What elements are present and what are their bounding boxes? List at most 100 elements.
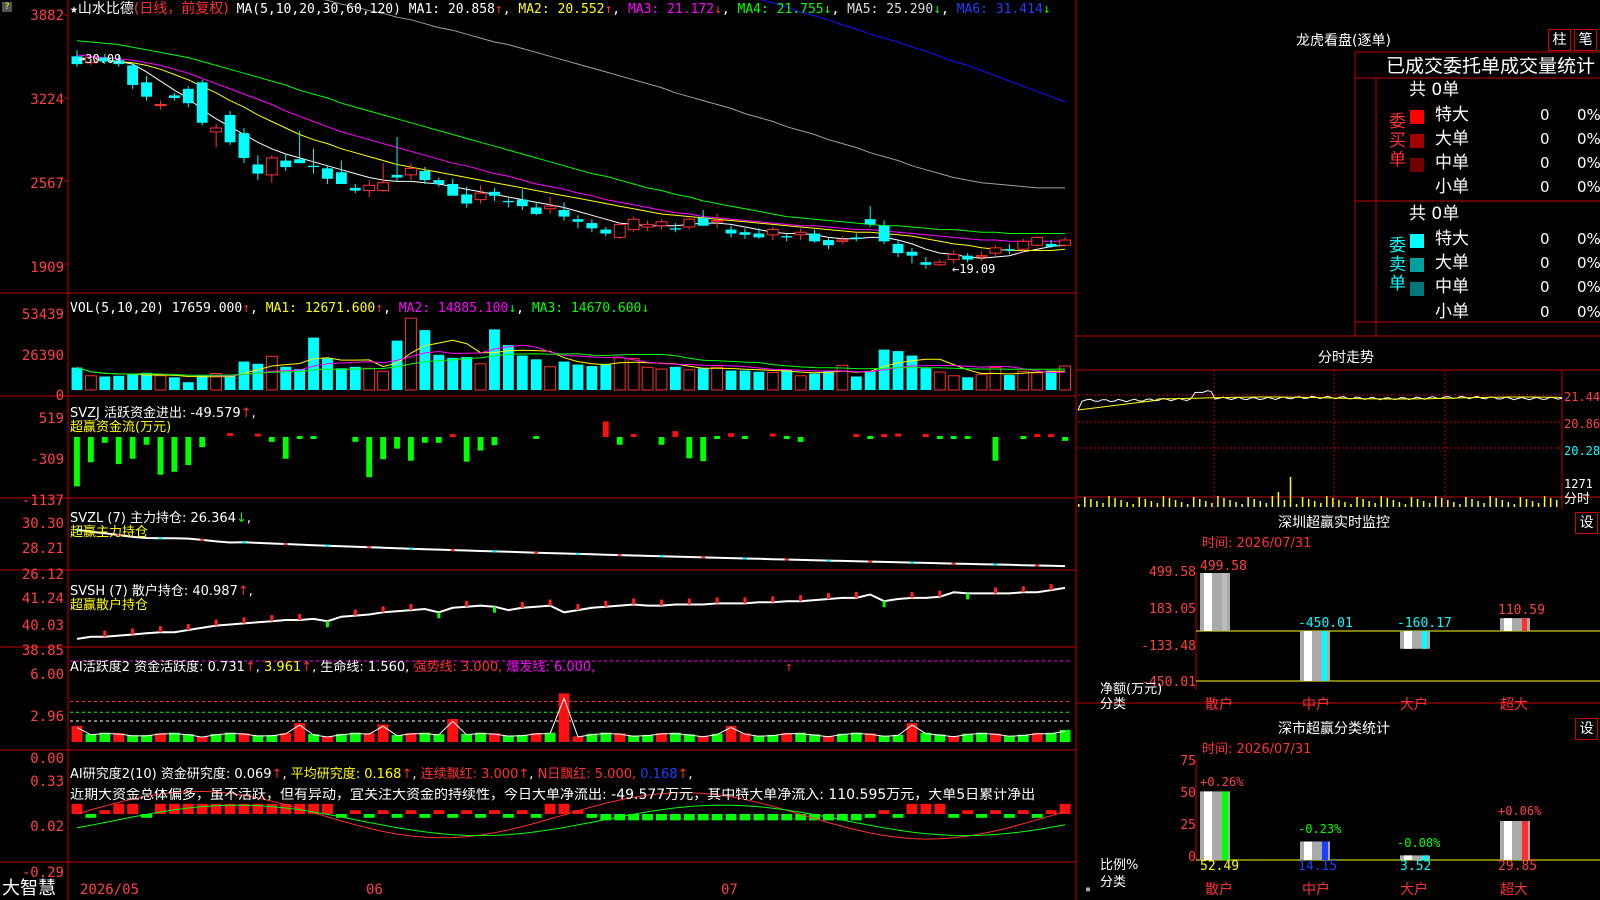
candle-body-70 — [1045, 243, 1057, 247]
vol-ma3-arrow: ↓ — [641, 301, 650, 316]
svzl-mark-9 — [200, 538, 205, 541]
bar-mode-button[interactable]: 柱 — [1548, 29, 1571, 51]
sz-monitor-bar-label-1: 499.58 — [1200, 559, 1247, 574]
vol-bar-49 — [753, 371, 765, 390]
sz-class-bar-edge-3 — [1522, 820, 1528, 860]
svsh-mark-52 — [799, 595, 803, 602]
favorite-star-icon[interactable]: ★ — [70, 2, 78, 17]
svzj-bar-27 — [449, 434, 456, 438]
candle-body-21 — [363, 184, 376, 192]
svzl-ytick-3: 26.12 — [21, 567, 64, 583]
price-ytick-3: 2567 — [30, 176, 64, 192]
svzl-mark-48 — [742, 557, 747, 560]
svzj-bar-28 — [463, 437, 470, 462]
sz-monitor-settings-button[interactable]: 设 — [1575, 512, 1598, 534]
sz-monitor-xlabel: 分类 — [1100, 697, 1127, 712]
ai2-bar-14 — [266, 803, 278, 814]
svzj-bar-14 — [268, 437, 275, 442]
fenshi-vol-20 — [1199, 499, 1201, 507]
sz-monitor-cat-4: 超大 — [1500, 697, 1528, 713]
candle-body-49 — [753, 233, 765, 238]
sz-class-xlabel: 分类 — [1100, 875, 1127, 890]
sz-class-bar-hl-1 — [1304, 841, 1312, 860]
sz-class-ytick-1: 75 — [1180, 754, 1196, 769]
svzl-mark-66 — [993, 563, 998, 566]
svsh-arrow: ↑ — [237, 584, 249, 599]
vol-bar-34 — [544, 366, 557, 391]
fenshi-vol-32 — [1271, 496, 1274, 507]
sz-monitor-title: 深圳超赢实时监控 — [1278, 515, 1390, 531]
sz-monitor-bar-edge-3 — [1522, 618, 1527, 631]
candle-body-71 — [1059, 239, 1071, 246]
sz-class-bar-hl-3 — [1504, 820, 1512, 860]
ai2-bar-4 — [127, 803, 139, 814]
price-ytick-4: 1909 — [30, 260, 64, 276]
sz-class-settings-button[interactable]: 设 — [1575, 718, 1598, 740]
svsh-mark-28 — [465, 600, 469, 607]
svzj-bar-61 — [922, 434, 929, 438]
vol-bar-17 — [308, 337, 319, 390]
fenshi-ytick-1: 21.44 — [1564, 390, 1600, 404]
vol-bar-19 — [335, 368, 347, 390]
candle-body-17 — [308, 165, 319, 168]
candle-body-7 — [168, 95, 180, 98]
svzl-mark-6 — [158, 537, 163, 540]
svsh-mark-38 — [604, 600, 608, 607]
fenshi-vol-24 — [1223, 498, 1225, 507]
svzj-bar-7 — [171, 437, 178, 472]
corner-icon[interactable]: ? — [2, 2, 12, 12]
svsh-mark-14 — [270, 615, 274, 622]
svzj-bar-59 — [895, 433, 901, 437]
fenshi-vol-76 — [1537, 503, 1540, 507]
svzl-ytick-2: 28.21 — [21, 541, 64, 557]
svzj-bar-30 — [491, 437, 498, 446]
ai2-bar-34 — [544, 803, 556, 814]
sz-class-val-3: 3.52 — [1400, 859, 1432, 874]
candle-body-47 — [725, 229, 737, 234]
fenshi-vol-12 — [1150, 501, 1153, 507]
svzj-bar-0 — [74, 437, 80, 487]
svsh-mark-50 — [771, 596, 775, 603]
fenshi-vol-78 — [1549, 498, 1552, 507]
ai2-bar-46 — [711, 814, 723, 821]
sell-orders-label: 委卖单 — [1385, 236, 1405, 293]
vol-bar-44 — [683, 369, 696, 391]
svzj-bar-62 — [936, 436, 943, 439]
buy-l-swatch — [1410, 134, 1424, 148]
fenshi-title: 分时走势 — [1318, 350, 1374, 366]
candle-body-25 — [419, 170, 431, 181]
sell-l-qty: 0 — [1540, 254, 1550, 272]
svzj-bar-48 — [742, 436, 748, 439]
ma1-value: MA1: 20.858 — [408, 2, 495, 17]
candle-body-37 — [586, 223, 598, 229]
buy-m-qty: 0 — [1540, 154, 1550, 172]
candle-body-69 — [1031, 236, 1044, 246]
fenshi-ytick-2: 20.86 — [1564, 417, 1600, 431]
vol-bar-2 — [99, 376, 111, 390]
fenshi-vol-36 — [1295, 504, 1298, 507]
stock-name[interactable]: 山水比德 — [78, 1, 134, 17]
candle-body-35 — [558, 210, 570, 217]
date-label-jul: 07 — [721, 882, 738, 898]
svsh-mark-62 — [938, 590, 942, 597]
chart-mode[interactable]: (日线，前复权) — [134, 1, 229, 17]
tick-mode-button[interactable]: 笔 — [1574, 29, 1597, 51]
lock-icon[interactable]: ▪ — [1085, 885, 1091, 895]
fenshi-vol-19 — [1192, 497, 1195, 507]
vol-label: VOL(5,10,20) — [70, 301, 164, 316]
fenshi-vol-53 — [1398, 502, 1401, 507]
svzj-sub: 超赢资金流(万元) — [70, 420, 172, 435]
svzl-mark-12 — [241, 541, 246, 544]
candle-body-18 — [322, 168, 333, 179]
fenshi-vol-13 — [1156, 503, 1159, 507]
vol-bar-64 — [962, 377, 974, 390]
vol-bar-28 — [461, 357, 473, 390]
vol-bar-1 — [84, 375, 97, 391]
ai2-ytick-2: 0.02 — [30, 819, 64, 835]
ai1-v2: 3.961 — [264, 660, 302, 675]
fenshi-vol-43 — [1338, 500, 1340, 507]
sz-class-time: 时间: 2026/07/31 — [1202, 742, 1312, 757]
svzj-bar-68 — [1020, 436, 1027, 439]
fenshi-vol-3 — [1096, 501, 1098, 507]
svzl-mark-39 — [617, 554, 622, 557]
